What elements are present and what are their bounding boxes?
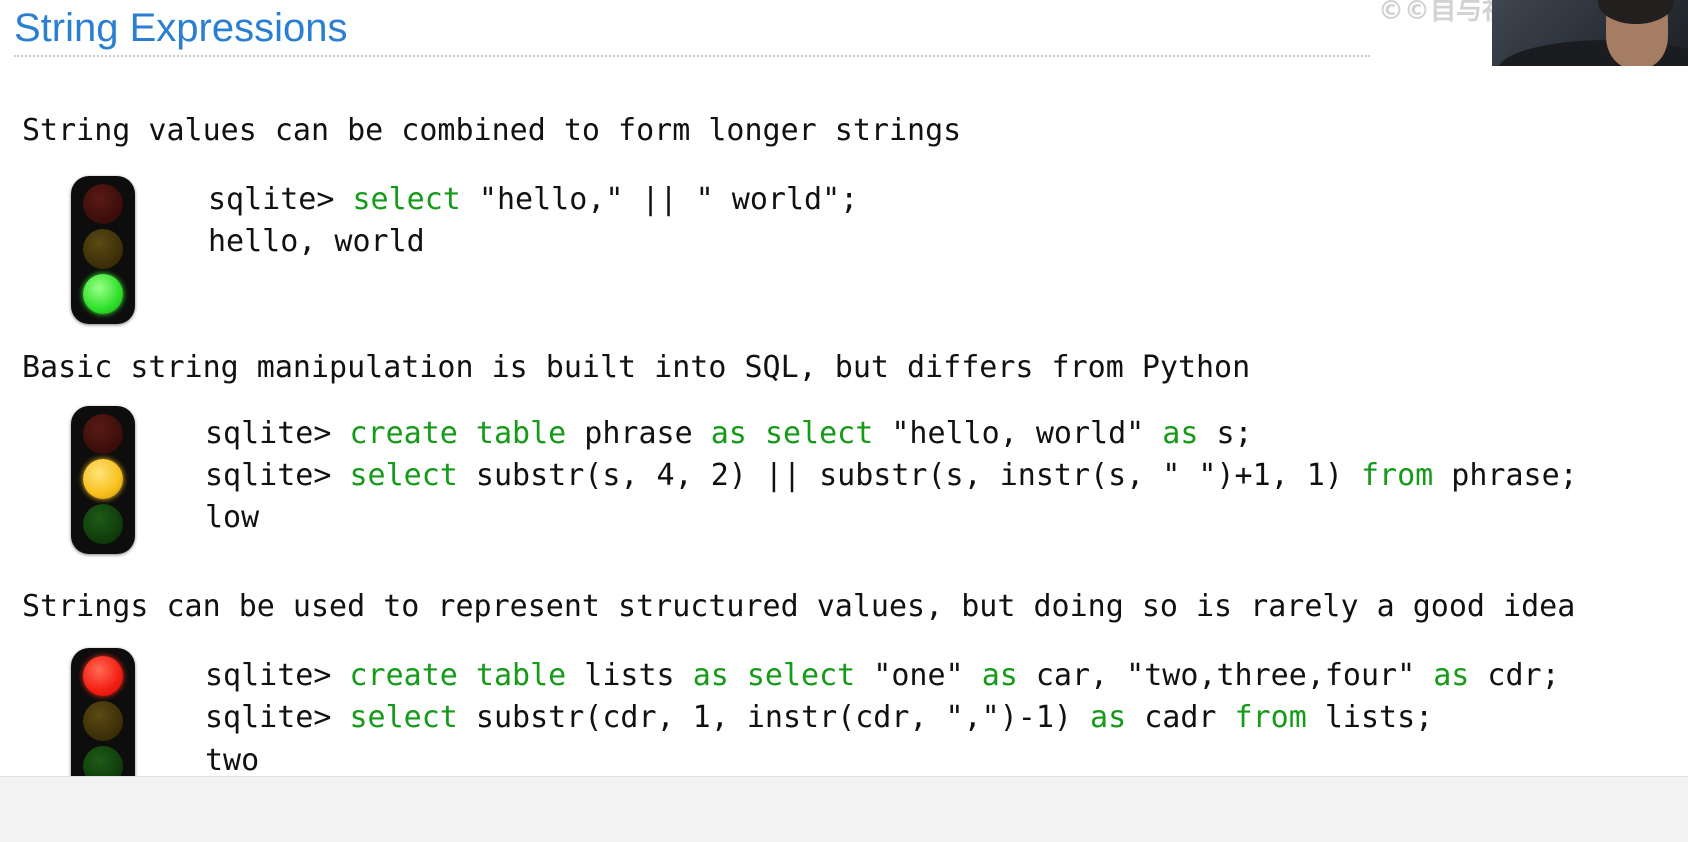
prompt: sqlite> <box>205 658 350 693</box>
prompt: sqlite> <box>205 458 350 493</box>
keyword: select <box>746 658 856 693</box>
slide-title: String Expressions <box>14 6 348 50</box>
code-text: "hello," || " world"; <box>460 182 859 217</box>
bottom-bar <box>0 776 1688 842</box>
yellow-lamp-lit <box>83 459 123 499</box>
keyword: create table <box>349 658 567 693</box>
keyword: as <box>1090 700 1127 735</box>
keyword: select <box>764 416 874 451</box>
prompt: sqlite> <box>208 182 353 217</box>
title-divider <box>14 55 1370 57</box>
keyword: select <box>349 700 458 735</box>
keyword: select <box>352 182 461 217</box>
code-text: car, "two,three,four" <box>1017 658 1434 693</box>
keyword: as <box>710 416 747 451</box>
code-line: sqlite> create table lists as select "on… <box>205 655 1560 697</box>
red-lamp-lit <box>83 656 123 696</box>
code-text: "hello, world" <box>873 416 1163 451</box>
keyword: as <box>1433 658 1470 693</box>
keyword: as <box>1162 416 1199 451</box>
code-text: cadr <box>1126 700 1235 735</box>
code-line: sqlite> create table phrase as select "h… <box>205 413 1253 455</box>
code-text: substr(s, 4, 2) || substr(s, instr(s, " … <box>457 458 1361 493</box>
code-text: lists; <box>1306 700 1434 735</box>
yellow-lamp <box>83 229 123 269</box>
red-lamp <box>83 184 123 224</box>
code-text: phrase <box>566 416 711 451</box>
speaker-video-thumbnail <box>1492 0 1688 66</box>
keyword: from <box>1234 700 1307 735</box>
code-output: low <box>205 500 260 535</box>
code-text: cdr; <box>1469 658 1560 693</box>
prompt: sqlite> <box>205 416 350 451</box>
keyword: create table <box>349 416 567 451</box>
section-1-heading: String values can be combined to form lo… <box>22 113 962 148</box>
code-text: lists <box>566 658 693 693</box>
green-lamp <box>83 504 123 544</box>
code-text: phrase; <box>1433 458 1578 493</box>
green-lamp-lit <box>83 274 123 314</box>
red-lamp <box>83 414 123 454</box>
code-line: sqlite> select substr(cdr, 1, instr(cdr,… <box>205 697 1433 739</box>
code-text: substr(cdr, 1, instr(cdr, ",")-1) <box>457 700 1091 735</box>
keyword: select <box>349 458 458 493</box>
traffic-light-green-icon <box>71 176 135 324</box>
keyword: as <box>692 658 729 693</box>
traffic-light-red-icon <box>71 648 135 796</box>
traffic-light-yellow-icon <box>71 406 135 554</box>
code-line: sqlite> select "hello," || " world"; <box>208 179 858 221</box>
keyword: from <box>1360 458 1434 493</box>
yellow-lamp <box>83 701 123 741</box>
code-line: sqlite> select substr(s, 4, 2) || substr… <box>205 455 1578 497</box>
code-text: "one" <box>855 658 982 693</box>
section-3-heading: Strings can be used to represent structu… <box>22 589 1576 624</box>
prompt: sqlite> <box>205 700 350 735</box>
code-output: hello, world <box>208 224 425 259</box>
keyword: as <box>981 658 1018 693</box>
section-2-heading: Basic string manipulation is built into … <box>22 350 1251 385</box>
code-text: s; <box>1198 416 1253 451</box>
